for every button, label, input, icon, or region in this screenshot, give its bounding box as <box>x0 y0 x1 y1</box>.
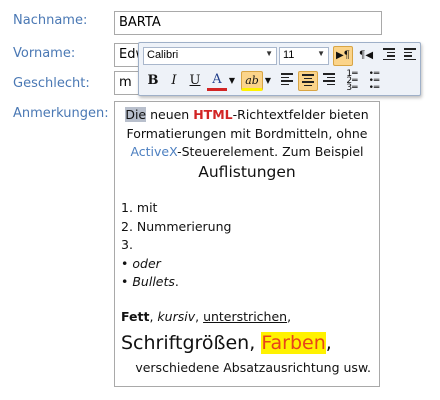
notes-paragraph-intro: Die neuen HTML-Richtextfelder bieten For… <box>121 106 373 162</box>
notes-richtext-field[interactable]: Die neuen HTML-Richtextfelder bieten For… <box>114 101 380 387</box>
bold-button[interactable]: B <box>143 71 163 91</box>
bullet-dot-icon: • <box>121 274 129 289</box>
size-line: Schriftgrößen, Farben, <box>121 330 373 356</box>
increase-indent-button[interactable] <box>400 46 420 66</box>
numbered-list-button[interactable]: 1═ 2═ 3═ <box>342 69 362 93</box>
sep: , <box>325 332 332 354</box>
bullet-dot-icon: • <box>121 255 129 271</box>
numbered-item: 2. Nummerierung <box>121 218 232 234</box>
chevron-down-icon: ▼ <box>317 49 325 58</box>
rtl-paragraph-button[interactable]: ¶◀ <box>356 46 376 66</box>
intro-text-2: -Richtextfelder bieten <box>232 107 369 122</box>
align-left-icon <box>281 71 293 87</box>
intro-text-1: neuen <box>146 107 194 122</box>
numbered-item: 1. mit <box>121 200 158 215</box>
italic-button[interactable]: I <box>164 71 184 91</box>
font-size-select[interactable]: 11 ▼ <box>279 47 329 65</box>
sep: , <box>287 308 292 324</box>
selected-word: Die <box>125 107 147 122</box>
font-color-button[interactable]: A <box>207 71 227 91</box>
font-name-select[interactable]: Calibri ▼ <box>143 47 277 65</box>
lastname-field[interactable]: BARTA <box>114 11 382 35</box>
activex-word: ActiveX <box>130 144 178 159</box>
underline-button[interactable]: U <box>185 71 205 91</box>
colored-highlight-text: Farben <box>261 332 326 354</box>
gender-label: Geschlecht: <box>13 76 90 91</box>
ltr-paragraph-button[interactable]: ▶¶ <box>333 46 353 66</box>
bullet-tail: . <box>174 274 179 289</box>
align-right-button[interactable] <box>319 71 339 91</box>
intro-line-3: -Steuerelement. Zum Beispiel <box>177 144 364 159</box>
bullet-text: oder <box>132 255 161 271</box>
lastname-label: Nachname: <box>13 13 88 28</box>
font-size-value: 11 <box>283 49 295 61</box>
chevron-down-icon[interactable]: ▼ <box>263 71 273 91</box>
notes-heading: Auflistungen <box>198 162 296 181</box>
decrease-indent-icon <box>383 46 395 62</box>
firstname-label: Vorname: <box>13 46 76 61</box>
chevron-down-icon: ▼ <box>265 49 273 58</box>
intro-line-2: Formatierungen mit Bordmitteln, ohne <box>126 125 368 141</box>
bullet-list-button[interactable]: •═ •═ •═ <box>364 69 384 93</box>
notes-label: Anmerkungen: <box>13 106 109 121</box>
big-text: Schriftgrößen <box>121 332 250 354</box>
sep: , <box>195 308 204 324</box>
align-center-button[interactable] <box>298 71 318 91</box>
underline-text: unterstrichen <box>203 308 288 324</box>
align-left-button[interactable] <box>277 71 297 91</box>
chevron-down-icon[interactable]: ▼ <box>227 71 237 91</box>
mini-format-toolbar: Calibri ▼ 11 ▼ ▶¶ ¶◀ B I U A ▼ ab ▼ 1═ 2═… <box>138 42 421 96</box>
alignment-line: verschiedene Absatzausrichtung usw. <box>135 360 371 375</box>
format-line: Fett, kursiv, unterstrichen, <box>121 308 373 327</box>
align-center-icon <box>302 72 314 88</box>
bullet-text: Bullets <box>132 274 175 289</box>
align-right-icon <box>323 71 335 87</box>
highlight-button[interactable]: ab <box>241 71 263 91</box>
numbered-item: 3. <box>121 237 133 252</box>
bullet-list-icon: •═ •═ •═ <box>368 69 380 93</box>
italic-text: kursiv <box>157 308 196 324</box>
decrease-indent-button[interactable] <box>379 46 399 66</box>
bullet-item: • oder <box>121 255 373 274</box>
numbered-list-icon: 1═ 2═ 3═ <box>346 69 358 93</box>
font-name-value: Calibri <box>147 49 179 61</box>
html-word: HTML <box>193 107 233 122</box>
sep: , <box>249 332 262 354</box>
bold-text: Fett <box>121 308 150 324</box>
bullet-item: • Bullets. <box>121 273 373 292</box>
increase-indent-icon <box>404 46 416 62</box>
